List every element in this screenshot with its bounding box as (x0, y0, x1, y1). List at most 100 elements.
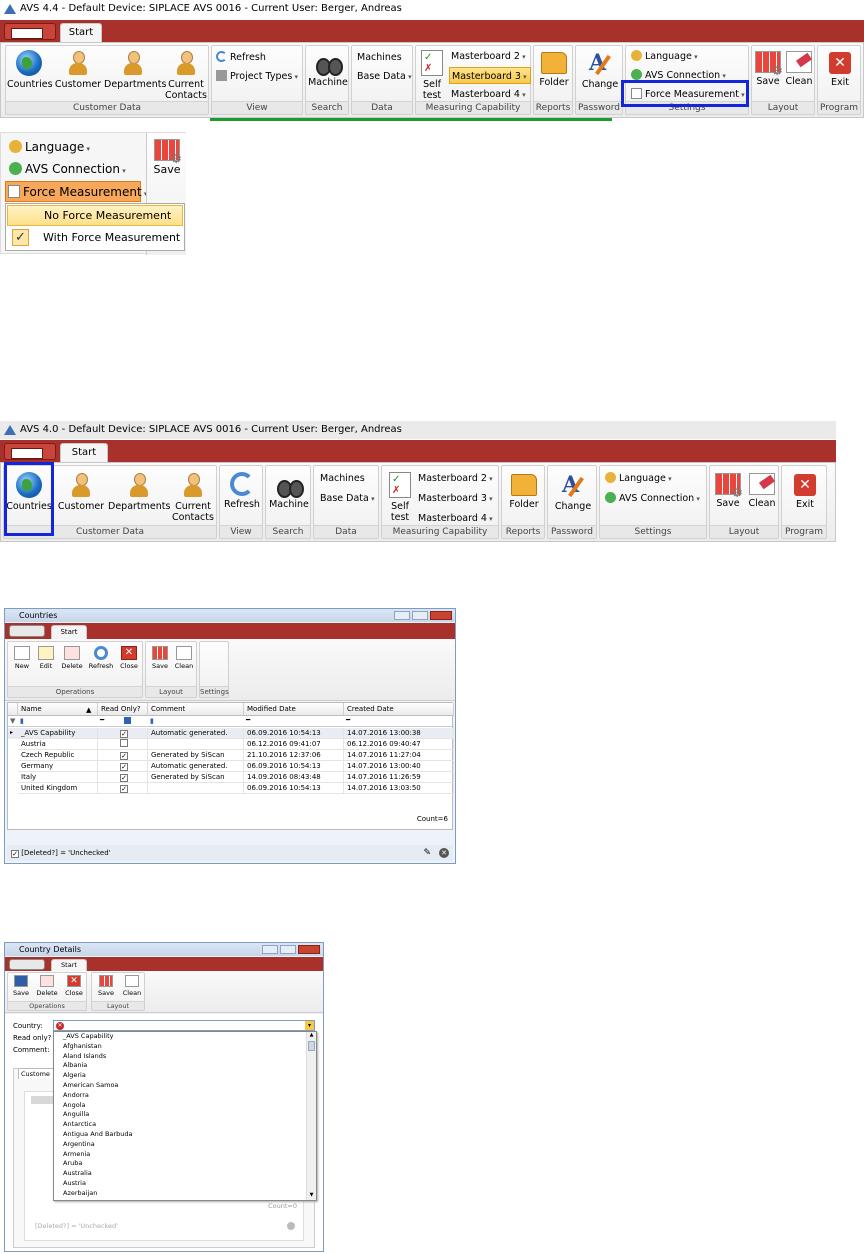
filter-readonly-checkbox[interactable] (124, 717, 131, 724)
change-password-button[interactable]: Change (548, 472, 598, 512)
read-only-checkbox[interactable]: ✓ (120, 774, 128, 782)
minimize-button[interactable] (262, 945, 278, 954)
departments-button[interactable]: Departments (108, 472, 170, 512)
table-row[interactable]: _AVS Capability Automatic generated. 06.09… (8, 728, 454, 739)
save-layout-button[interactable]: Save (753, 51, 783, 87)
avs-connection-dropdown[interactable]: AVS Connection (7, 159, 126, 181)
list-item[interactable]: _AVS Capability (54, 1032, 304, 1042)
base-data-dropdown[interactable]: Base Data (318, 490, 375, 508)
clear-filter-icon[interactable]: ✕ (439, 848, 449, 858)
change-password-button[interactable]: Change (576, 50, 624, 90)
menu-item-no-force-measurement[interactable]: No Force Measurement (7, 205, 183, 226)
minimize-button[interactable] (394, 611, 410, 620)
new-button[interactable]: New (10, 646, 34, 670)
machines-button[interactable]: Machines (355, 49, 402, 66)
filter-row[interactable]: ▼ ▮ ━ ▮ ━ ━ (8, 716, 454, 727)
base-data-dropdown[interactable]: Base Data (355, 68, 412, 86)
edit-button[interactable]: Edit (34, 646, 58, 670)
clean-layout-button[interactable]: Clean (784, 51, 814, 87)
list-item[interactable]: American Samoa (54, 1081, 304, 1091)
column-header-created-date[interactable]: Created Date (344, 703, 454, 716)
self-test-button[interactable]: Selftest (386, 472, 414, 523)
column-header-modified-date[interactable]: Modified Date (244, 703, 344, 716)
table-row[interactable]: Austria 06.12.2016 09:41:07 06.12.2016 09:… (8, 739, 454, 750)
customer-button[interactable]: Customer (56, 472, 106, 512)
edit-filter-icon[interactable]: ✎ (423, 845, 431, 861)
scroll-thumb[interactable] (308, 1041, 315, 1051)
machine-search-button[interactable]: Machine (306, 52, 350, 88)
app-menu-button[interactable] (4, 23, 56, 40)
machine-search-button[interactable]: Machine (266, 474, 312, 510)
refresh-button[interactable]: Refresh (214, 49, 266, 66)
tab-customers[interactable]: Custome (18, 1068, 58, 1079)
table-row[interactable]: Czech Republic Generated by SiScan 21.10.2… (8, 750, 454, 761)
language-dropdown[interactable]: Language (7, 137, 90, 159)
close-button[interactable]: ✕ Close (116, 646, 142, 670)
masterboard-3-dropdown[interactable]: Masterboard 3 (416, 490, 493, 508)
masterboard-2-dropdown[interactable]: Masterboard 2 (416, 470, 493, 488)
exit-button[interactable]: ✕ Exit (818, 52, 862, 88)
current-contacts-button[interactable]: Current Contacts (170, 472, 216, 523)
column-header-comment[interactable]: Comment (148, 703, 244, 716)
list-item[interactable]: Antigua And Barbuda (54, 1130, 304, 1140)
clear-filter-icon[interactable] (287, 1222, 295, 1230)
app-menu-button[interactable] (4, 443, 56, 460)
close-button[interactable]: ✕ Close (62, 975, 86, 997)
close-window-button[interactable] (430, 611, 452, 620)
language-dropdown[interactable]: Language (603, 470, 672, 488)
delete-button[interactable]: Delete (58, 646, 86, 670)
refresh-button[interactable]: Refresh (86, 646, 116, 670)
exit-button[interactable]: ✕ Exit (782, 474, 828, 510)
save-button[interactable]: Save (10, 975, 32, 997)
self-test-button[interactable]: Selftest (419, 50, 445, 101)
scroll-down-arrow[interactable]: ▼ (307, 1192, 316, 1200)
avs-connection-dropdown[interactable]: AVS Connection (603, 490, 700, 508)
chevron-down-icon[interactable]: ▾ (305, 1021, 314, 1030)
clean-layout-button[interactable]: Clean (746, 473, 778, 509)
read-only-checkbox[interactable]: ✓ (120, 730, 128, 738)
save-layout-button[interactable]: Save (149, 139, 185, 175)
force-measurement-dropdown[interactable]: Force Measurement (5, 181, 142, 202)
list-item[interactable]: Aland Islands (54, 1052, 304, 1062)
read-only-checkbox[interactable]: ✓ (120, 785, 128, 793)
list-item[interactable]: Afghanistan (54, 1042, 304, 1052)
folder-button[interactable]: Folder (502, 474, 546, 510)
tab-start[interactable]: Start (51, 959, 87, 971)
list-item[interactable]: Antarctica (54, 1120, 304, 1130)
clean-layout-button[interactable]: Clean (120, 975, 144, 997)
delete-button[interactable]: Delete (34, 975, 60, 997)
scroll-up-arrow[interactable]: ▲ (307, 1032, 316, 1040)
list-item[interactable]: Armenia (54, 1150, 304, 1160)
list-item[interactable]: Azerbaijan (54, 1189, 304, 1199)
table-row[interactable]: United Kingdom 06.09.2016 10:54:13 14.07.2… (8, 783, 454, 794)
read-only-checkbox[interactable]: ✓ (120, 752, 128, 760)
current-contacts-button[interactable]: Current Contacts (164, 50, 208, 101)
departments-button[interactable]: Departments (104, 50, 166, 90)
save-layout-button[interactable]: Save (712, 473, 744, 509)
save-layout-button[interactable]: Save (94, 975, 118, 997)
masterboard-2-dropdown[interactable]: Masterboard 2 (449, 48, 526, 65)
menu-item-with-force-measurement[interactable]: With Force Measurement (7, 228, 183, 249)
maximize-button[interactable] (280, 945, 296, 954)
list-scrollbar[interactable]: ▲ ▼ (306, 1032, 316, 1200)
folder-button[interactable]: Folder (534, 52, 574, 88)
project-types-dropdown[interactable]: Project Types (214, 68, 298, 86)
read-only-checkbox[interactable] (120, 739, 128, 747)
clean-layout-button[interactable]: Clean (172, 646, 196, 670)
maximize-button[interactable] (412, 611, 428, 620)
list-item[interactable]: Argentina (54, 1140, 304, 1150)
language-dropdown[interactable]: Language (629, 48, 698, 66)
list-item[interactable]: Albania (54, 1061, 304, 1071)
table-row[interactable]: Germany Automatic generated. 06.09.2016 10… (8, 761, 454, 772)
column-header-read-only[interactable]: Read Only? (98, 703, 148, 716)
read-only-checkbox[interactable]: ✓ (120, 763, 128, 771)
refresh-button[interactable]: Refresh (220, 472, 264, 510)
list-item[interactable]: Australia (54, 1169, 304, 1179)
filter-enabled-checkbox[interactable]: ✓ (11, 850, 19, 858)
list-item[interactable]: Aruba (54, 1159, 304, 1169)
countries-button[interactable]: Countries (7, 50, 53, 90)
list-item[interactable]: Anguilla (54, 1110, 304, 1120)
app-menu-button[interactable] (9, 625, 45, 637)
tab-start[interactable]: Start (51, 625, 87, 639)
customer-button[interactable]: Customer (54, 50, 102, 90)
